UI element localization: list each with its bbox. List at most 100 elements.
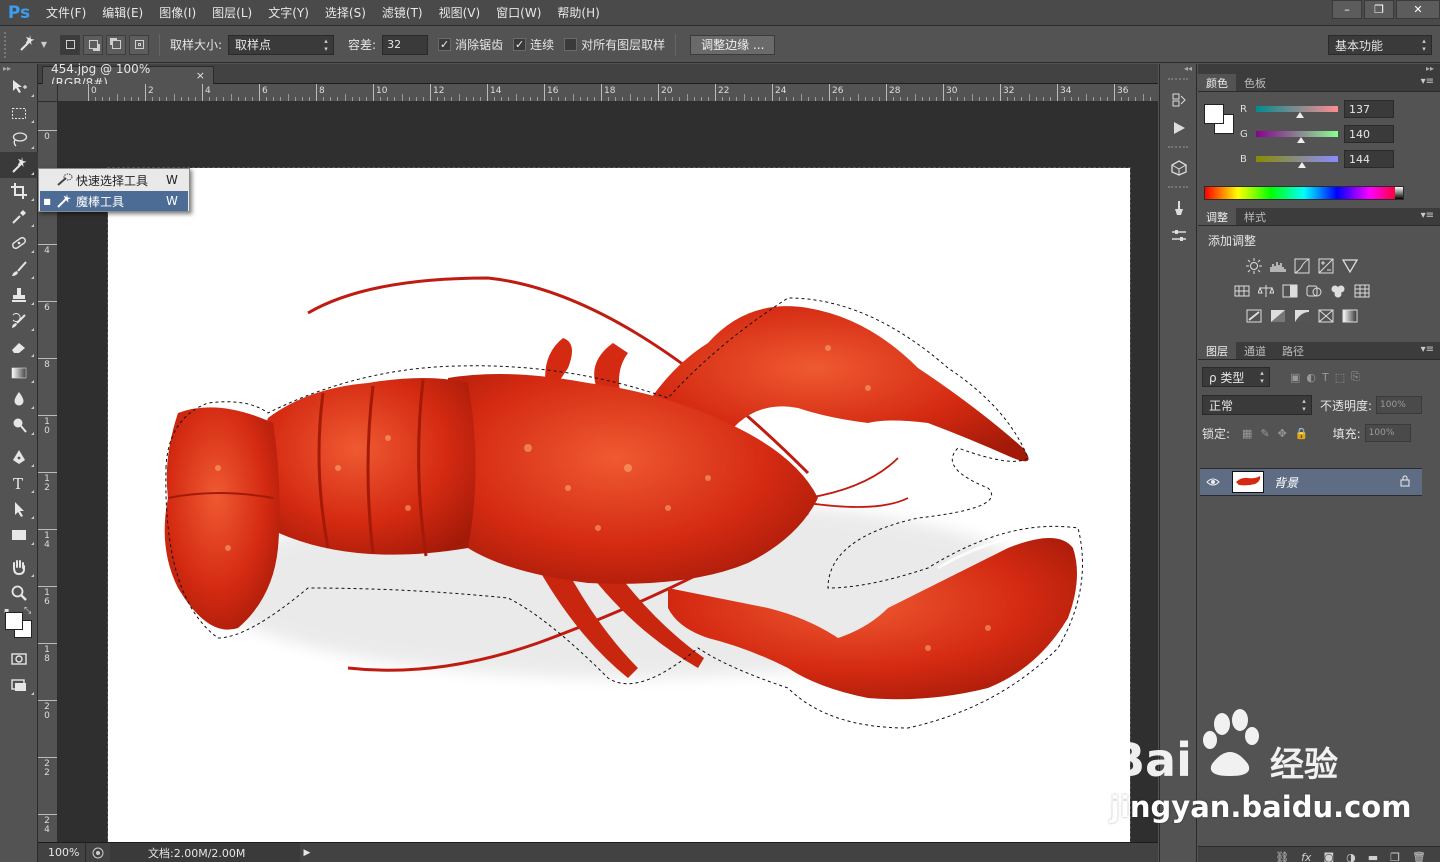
lock-transparent-icon[interactable]: ▦	[1242, 427, 1252, 440]
sample-all-layers-checkbox[interactable]: 对所有图层取样	[564, 36, 665, 53]
curves-icon[interactable]	[1294, 258, 1310, 274]
vertical-ruler[interactable]: 024681012141618202224	[38, 102, 58, 842]
eyedropper-tool[interactable]	[0, 204, 38, 230]
mask-icon[interactable]: ◙	[1323, 851, 1334, 862]
adjustment-filter-icon[interactable]: ◐	[1306, 371, 1316, 384]
tool-preset-picker[interactable]: ▼	[12, 33, 52, 56]
menu-view[interactable]: 视图(V)	[431, 0, 489, 26]
shape-filter-icon[interactable]: ⬚	[1335, 371, 1345, 384]
menu-select[interactable]: 选择(S)	[317, 0, 374, 26]
shape-tool[interactable]	[0, 522, 38, 548]
slider-thumb[interactable]	[1296, 112, 1305, 118]
layer-filter-select[interactable]: ρ 类型	[1202, 367, 1270, 387]
tool-presets-button[interactable]	[1160, 222, 1198, 250]
panels-grip[interactable]: ▸▸	[1198, 64, 1440, 74]
quick-mask-button[interactable]	[0, 646, 38, 672]
black-white-icon[interactable]	[1282, 283, 1298, 299]
channel-mixer-icon[interactable]	[1330, 283, 1346, 299]
3d-panel-button[interactable]	[1160, 154, 1198, 182]
color-balance-icon[interactable]	[1258, 283, 1274, 299]
invert-icon[interactable]	[1246, 308, 1262, 324]
green-slider[interactable]	[1256, 131, 1338, 143]
lasso-tool[interactable]	[0, 126, 38, 152]
menu-help[interactable]: 帮助(H)	[549, 0, 607, 26]
minimize-button[interactable]: –	[1332, 0, 1362, 19]
restore-button[interactable]: ❐	[1364, 0, 1394, 19]
history-brush-tool[interactable]	[0, 308, 38, 334]
eye-icon[interactable]	[1200, 477, 1226, 487]
blue-value-input[interactable]: 144	[1344, 150, 1394, 168]
menu-edit[interactable]: 编辑(E)	[94, 0, 151, 26]
menu-file[interactable]: 文件(F)	[38, 0, 94, 26]
horizontal-ruler[interactable]: 0 2 4 6 8 10 12 14 16 18 20 22 24 26 28 30 32 34 36	[58, 84, 1158, 102]
marquee-tool[interactable]	[0, 100, 38, 126]
red-value-input[interactable]: 137	[1344, 100, 1394, 118]
red-slider[interactable]	[1256, 106, 1338, 118]
subtract-selection-button[interactable]	[106, 34, 126, 55]
panel-menu-icon[interactable]: ▾≡	[1421, 344, 1434, 355]
green-value-input[interactable]: 140	[1344, 125, 1394, 143]
options-grip[interactable]	[4, 31, 12, 58]
document-tab[interactable]: 454.jpg @ 100%(RGB/8#) ×	[42, 62, 214, 90]
crop-tool[interactable]	[0, 178, 38, 204]
swap-colors-icon[interactable]: ⤡	[24, 606, 31, 616]
image-canvas[interactable]	[107, 167, 1131, 849]
tab-color[interactable]: 颜色	[1198, 74, 1236, 91]
fx-icon[interactable]: fx	[1301, 851, 1311, 862]
foreground-color-swatch[interactable]	[5, 612, 23, 630]
refine-edge-button[interactable]: 调整边缘 ...	[690, 34, 776, 55]
pen-tool[interactable]	[0, 444, 38, 470]
exposure-icon[interactable]	[1318, 258, 1334, 274]
path-selection-tool[interactable]	[0, 496, 38, 522]
screen-mode-button[interactable]	[0, 672, 38, 698]
adjustment-icon[interactable]: ◑	[1346, 851, 1356, 862]
lock-brush-icon[interactable]: ✎	[1260, 427, 1269, 440]
tab-channels[interactable]: 通道	[1236, 342, 1274, 359]
add-selection-button[interactable]	[83, 34, 103, 55]
threshold-icon[interactable]	[1294, 308, 1310, 324]
photo-filter-icon[interactable]	[1306, 283, 1322, 299]
vibrance-icon[interactable]	[1342, 258, 1358, 274]
brightness-icon[interactable]	[1246, 258, 1262, 274]
new-selection-button[interactable]	[60, 34, 80, 55]
menu-type[interactable]: 文字(Y)	[260, 0, 317, 26]
panel-menu-icon[interactable]: ▾≡	[1421, 76, 1434, 87]
trash-icon[interactable]: 🗑	[1412, 851, 1426, 862]
tab-layers[interactable]: 图层	[1198, 342, 1236, 359]
antialias-checkbox[interactable]: ✓ 消除锯齿	[438, 36, 503, 53]
folder-icon[interactable]: ▬	[1368, 851, 1378, 862]
menu-layer[interactable]: 图层(L)	[204, 0, 260, 26]
move-tool[interactable]	[0, 74, 38, 100]
tab-adjustments[interactable]: 调整	[1198, 208, 1236, 225]
intersect-selection-button[interactable]	[129, 34, 149, 55]
layer-name[interactable]: 背景	[1274, 474, 1298, 491]
actions-panel-button[interactable]	[1160, 114, 1198, 142]
hand-tool[interactable]	[0, 554, 38, 580]
brush-presets-button[interactable]	[1160, 194, 1198, 222]
pixel-filter-icon[interactable]: ▣	[1290, 371, 1300, 384]
contiguous-checkbox[interactable]: ✓ 连续	[513, 36, 554, 53]
zoom-tool[interactable]	[0, 580, 38, 606]
type-tool[interactable]: T	[0, 470, 38, 496]
tab-swatches[interactable]: 色板	[1236, 74, 1274, 91]
tab-styles[interactable]: 样式	[1236, 208, 1274, 225]
blend-mode-select[interactable]: 正常	[1202, 395, 1312, 415]
ruler-origin[interactable]	[38, 84, 58, 102]
workspace-select[interactable]: 基本功能	[1328, 35, 1432, 55]
lock-position-icon[interactable]: ✥	[1278, 427, 1287, 440]
clone-stamp-tool[interactable]	[0, 282, 38, 308]
magic-wand-tool[interactable]	[0, 152, 38, 178]
color-lookup-icon[interactable]	[1354, 283, 1370, 299]
eraser-tool[interactable]	[0, 334, 38, 360]
gradient-tool[interactable]	[0, 360, 38, 386]
color-swatches[interactable]: ▪ ⤡	[0, 606, 38, 646]
type-filter-icon[interactable]: T	[1322, 371, 1329, 384]
link-icon[interactable]: ⛓	[1275, 851, 1289, 862]
status-menu-arrow[interactable]: ▶	[300, 848, 314, 858]
brush-tool[interactable]	[0, 256, 38, 282]
opacity-input[interactable]: 100%	[1376, 396, 1423, 414]
close-tab-icon[interactable]: ×	[196, 69, 205, 82]
sample-size-select[interactable]: 取样点	[228, 34, 335, 55]
gradient-map-icon[interactable]	[1342, 308, 1358, 324]
magic-wand-menu-item[interactable]: ■ 魔棒工具 W	[40, 191, 188, 211]
